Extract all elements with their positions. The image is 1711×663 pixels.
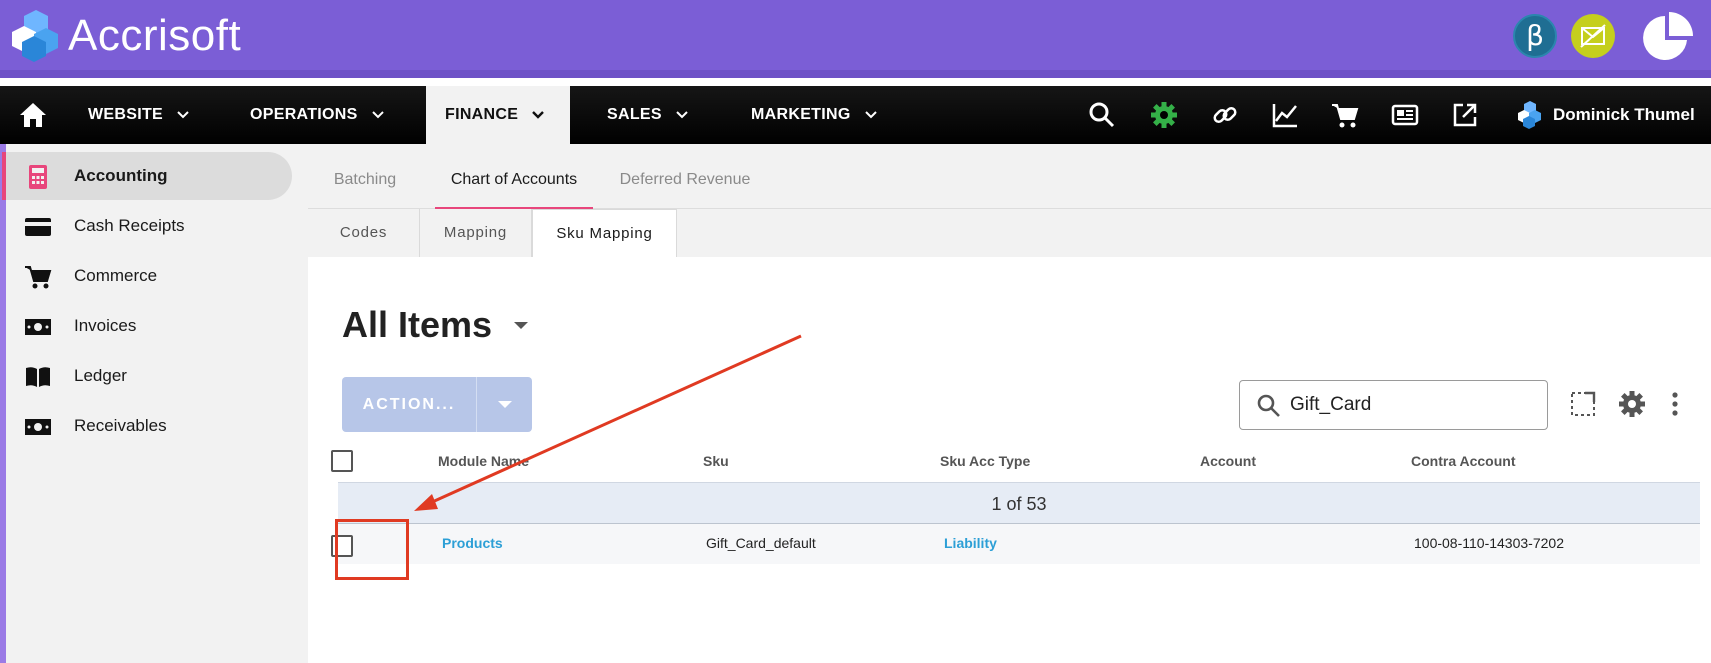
sidebar-item-accounting[interactable]: Accounting: [2, 152, 292, 200]
subtab-chart-of-accounts[interactable]: Chart of Accounts: [435, 144, 593, 210]
main-content: Batching Chart of Accounts Deferred Reve…: [308, 144, 1711, 663]
accrisoft-logo-icon[interactable]: [8, 10, 64, 62]
cell-contra-account: 100-08-110-14303-7202: [1414, 535, 1564, 551]
nav-sales-label: SALES: [607, 106, 662, 123]
cell-sku-acc-type[interactable]: Liability: [944, 535, 997, 551]
cart-icon[interactable]: [1331, 101, 1359, 129]
sidebar-item-ledger[interactable]: Ledger: [6, 352, 296, 400]
home-icon[interactable]: [18, 100, 48, 130]
sidebar-item-label: Cash Receipts: [74, 216, 185, 235]
tab-codes[interactable]: Codes: [308, 209, 420, 257]
pager-row: 1 of 53: [338, 482, 1700, 524]
chevron-down-icon: [532, 111, 545, 119]
nav-website[interactable]: WEBSITE: [88, 86, 191, 144]
sidebar-item-receivables[interactable]: Receivables: [6, 402, 296, 450]
tab-mapping[interactable]: Mapping: [420, 209, 532, 257]
sidebar-item-commerce[interactable]: Commerce: [6, 252, 296, 300]
chevron-down-icon: [177, 111, 189, 119]
sidebar-item-label: Invoices: [74, 316, 137, 335]
nav-operations[interactable]: OPERATIONS: [250, 86, 386, 144]
book-icon: [26, 367, 50, 387]
column-header-sku-acc-type[interactable]: Sku Acc Type: [940, 453, 1030, 469]
column-header-module-name[interactable]: Module Name: [438, 453, 529, 469]
column-header-contra-account[interactable]: Contra Account: [1411, 453, 1515, 469]
cell-module-name[interactable]: Products: [442, 535, 503, 551]
column-header-sku[interactable]: Sku: [703, 453, 729, 469]
select-all-checkbox[interactable]: [331, 450, 353, 472]
pager-text: 1 of 53: [991, 494, 1047, 514]
page-title[interactable]: All Items: [342, 304, 492, 346]
nav-operations-label: OPERATIONS: [250, 106, 358, 123]
nav-sales[interactable]: SALES: [607, 86, 690, 144]
subtab-batching[interactable]: Batching: [308, 144, 422, 209]
nav-finance[interactable]: FINANCE: [426, 86, 570, 144]
cart-icon: [25, 266, 52, 289]
annotation-highlight-box: [335, 519, 409, 580]
brand-name[interactable]: Accrisoft: [68, 10, 241, 62]
user-menu[interactable]: Dominick Thumel: [1515, 100, 1695, 130]
subtab-bar: Batching Chart of Accounts Deferred Reve…: [308, 144, 1711, 210]
brand-bar: Accrisoft β: [0, 0, 1711, 78]
more-vertical-icon[interactable]: [1661, 390, 1689, 418]
sidebar-item-invoices[interactable]: Invoices: [6, 302, 296, 350]
subtab-deferred-revenue[interactable]: Deferred Revenue: [608, 144, 762, 209]
action-button[interactable]: ACTION...: [342, 377, 532, 432]
link-icon[interactable]: [1211, 101, 1239, 129]
search-icon[interactable]: [1088, 101, 1116, 129]
main-nav: WEBSITE OPERATIONS FINANCE SALES MARKETI…: [0, 86, 1711, 144]
sidebar-item-label: Accounting: [74, 166, 168, 185]
credit-card-icon: [25, 218, 51, 236]
tab-bar: Codes Mapping Sku Mapping: [308, 209, 1711, 257]
select-area-icon[interactable]: [1569, 390, 1597, 418]
search-icon: [1257, 394, 1280, 417]
column-header-account[interactable]: Account: [1200, 453, 1256, 469]
beta-icon[interactable]: β: [1513, 14, 1557, 58]
sidebar-item-label: Ledger: [74, 366, 127, 385]
calculator-icon: [29, 165, 47, 189]
tab-sku-mapping[interactable]: Sku Mapping: [532, 209, 677, 257]
nav-website-label: WEBSITE: [88, 106, 163, 123]
chevron-down-icon: [371, 111, 384, 119]
sidebar-item-label: Receivables: [74, 416, 167, 435]
chart-icon[interactable]: [1271, 101, 1299, 129]
chevron-down-icon: [864, 111, 877, 119]
money-icon: [25, 319, 51, 335]
news-icon[interactable]: [1391, 101, 1419, 129]
gear-icon[interactable]: [1150, 101, 1178, 129]
gear-icon[interactable]: [1618, 390, 1646, 418]
search-field[interactable]: [1239, 380, 1548, 430]
nav-finance-label: FINANCE: [445, 106, 519, 123]
nav-marketing[interactable]: MARKETING: [751, 86, 879, 144]
sidebar: Accounting Cash Receipts Commerce Invoic…: [0, 144, 308, 663]
sidebar-item-label: Commerce: [74, 266, 158, 285]
user-avatar-icon: [1518, 101, 1541, 129]
action-button-label: ACTION...: [362, 396, 456, 413]
money-icon: [25, 419, 51, 435]
divider: [476, 377, 477, 432]
cell-sku: Gift_Card_default: [706, 535, 816, 551]
mail-muted-icon[interactable]: [1571, 14, 1615, 58]
caret-down-icon[interactable]: [498, 401, 512, 408]
sidebar-item-cash-receipts[interactable]: Cash Receipts: [6, 202, 296, 250]
external-link-icon[interactable]: [1451, 101, 1479, 129]
search-input[interactable]: [1290, 391, 1530, 419]
chevron-down-icon: [676, 111, 688, 119]
nav-marketing-label: MARKETING: [751, 106, 851, 123]
caret-down-icon[interactable]: [514, 322, 528, 329]
pie-chart-icon[interactable]: [1641, 12, 1693, 64]
user-name: Dominick Thumel: [1553, 105, 1695, 124]
